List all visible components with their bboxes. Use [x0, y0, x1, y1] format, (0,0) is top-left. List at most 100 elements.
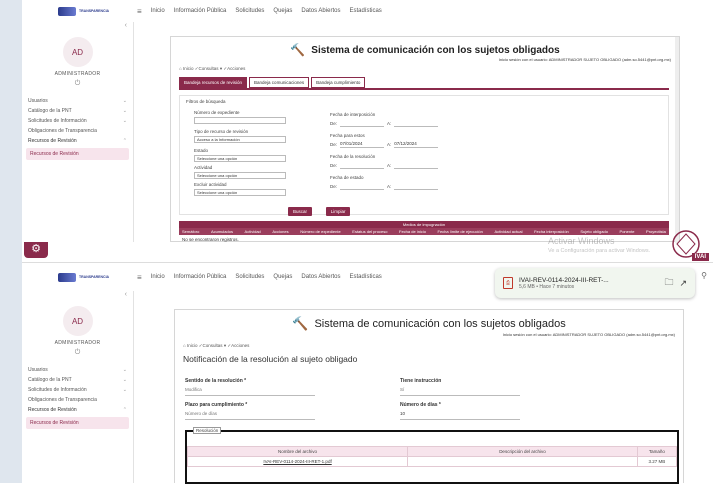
sentido-select[interactable]: Modifica [185, 387, 315, 396]
file-description [407, 456, 638, 467]
menu-inicio[interactable]: Inicio [151, 274, 165, 280]
col-acumulados[interactable]: Acumulados [211, 229, 233, 234]
col-semaforo[interactable]: Semáforo [182, 229, 199, 234]
gavel-icon: 🔨 [292, 316, 309, 331]
dias-field: Número de días * 10 [400, 402, 520, 420]
col-actividad-actual[interactable]: Actividad actual [494, 229, 522, 234]
folder-icon[interactable]: 🗀 [664, 275, 673, 291]
open-external-icon[interactable]: ↗ [679, 278, 687, 289]
menu-solicitudes[interactable]: Solicitudes [235, 8, 264, 14]
breadcrumb-consultas[interactable]: Consultas [203, 343, 223, 348]
sidebar-item-catalogo[interactable]: Catálogo de la PNT ⌄ [22, 375, 133, 385]
power-icon[interactable]: ⏻ [22, 349, 133, 357]
breadcrumb-acciones[interactable]: Acciones [231, 343, 249, 348]
col-sujeto[interactable]: Sujeto obligado [580, 229, 608, 234]
sidebar-item-solicitudes[interactable]: Solicitudes de Información ⌄ [22, 116, 133, 126]
file-link[interactable]: IVAI-REV-0114-2024-III-RET-1.pdf [186, 456, 409, 467]
gavel-icon: 🔨 [290, 43, 306, 57]
transparencia-logo[interactable]: TRANSPARENCIA [58, 6, 128, 16]
chevron-up-icon: ⌃ [122, 407, 127, 413]
pdf-file-icon: ⎙ [503, 277, 513, 289]
sidebar-item-label: Obligaciones de Transparencia [28, 128, 97, 134]
sidebar-item-recursos[interactable]: Recursos de Revisión ⌃ [22, 136, 133, 146]
menu-estadisticas[interactable]: Estadísticas [349, 8, 381, 14]
date-range-row: De: A: [330, 183, 460, 190]
tab-cumplimiento[interactable]: Bandeja cumplimiento [311, 77, 366, 88]
top-nav: TRANSPARENCIA ≡ Inicio Información Públi… [22, 0, 713, 22]
clear-button[interactable]: Limpiar [325, 207, 351, 216]
collapse-chevron-icon[interactable]: ‹ [22, 291, 133, 298]
chevron-down-icon: ⌄ [122, 108, 127, 114]
menu-datos-abiertos[interactable]: Datos Abiertos [301, 8, 340, 14]
search-button[interactable]: Buscar [288, 207, 313, 216]
col-expediente[interactable]: Número de expediente [300, 229, 340, 234]
menu-quejas[interactable]: Quejas [273, 8, 292, 14]
col-fecha-limite[interactable]: Fecha límite de ejecución [438, 229, 483, 234]
power-icon[interactable]: ⏻ [22, 80, 133, 88]
breadcrumb-inicio[interactable]: Inicio [183, 66, 194, 71]
download-filename[interactable]: IVAI-REV-0114-2024-III-RET-... [519, 277, 658, 284]
hamburger-menu-icon[interactable]: ≡ [137, 273, 142, 282]
avatar: AD [62, 306, 93, 336]
menu-solicitudes[interactable]: Solicitudes [235, 274, 264, 280]
date-to-input[interactable] [394, 120, 439, 127]
actividad-select[interactable]: Seleccione una opción [194, 172, 286, 179]
sidebar-item-recursos[interactable]: Recursos de Revisión ⌃ [22, 405, 133, 415]
instruccion-select[interactable]: Sí [400, 387, 520, 396]
col-ponente[interactable]: Ponente [620, 229, 635, 234]
estado-select[interactable]: Seleccione una opción [194, 155, 286, 162]
menu-inicio[interactable]: Inicio [151, 8, 165, 14]
de-label: De: [330, 184, 338, 189]
col-fecha-interposicion[interactable]: Fecha interposición [534, 229, 569, 234]
user-line: Inicio sesión con el usuario: ADMINISTRA… [502, 332, 675, 337]
date-to-input[interactable]: 07/12/2024 [394, 141, 439, 148]
tipo-recurso-select[interactable]: Acceso a la Información [194, 136, 286, 143]
date-from-input[interactable] [340, 120, 385, 127]
menu-quejas[interactable]: Quejas [273, 274, 292, 280]
breadcrumb-inicio[interactable]: Inicio [187, 343, 198, 348]
menu-informacion-publica[interactable]: Información Pública [174, 274, 227, 280]
breadcrumb-consultas[interactable]: Consultas [199, 66, 219, 71]
sidebar-subitem-active[interactable]: Recursos de Revisión [26, 417, 129, 429]
sidebar-item-usuarios[interactable]: Usuarios ⌄ [22, 365, 133, 375]
sidebar-item-catalogo[interactable]: Catálogo de la PNT ⌄ [22, 106, 133, 116]
date-from-input[interactable]: 07/01/2024 [340, 141, 385, 148]
upper-scrollbar[interactable] [675, 37, 679, 243]
menu-informacion-publica[interactable]: Información Pública [174, 8, 227, 14]
date-to-input[interactable] [394, 183, 439, 190]
date-to-input[interactable] [394, 162, 439, 169]
sidebar-item-usuarios[interactable]: Usuarios ⌄ [22, 96, 133, 106]
sidebar-item-solicitudes[interactable]: Solicitudes de Información ⌄ [22, 385, 133, 395]
expediente-input[interactable] [194, 117, 286, 124]
tab-recursos[interactable]: Bandeja recursos de revisión [179, 77, 248, 88]
table-header-row: Semáforo Acumulados Actividad Acciones N… [179, 228, 669, 235]
col-fecha-inicio[interactable]: Fecha de inicio [399, 229, 426, 234]
dias-input[interactable]: 10 [400, 411, 520, 420]
file-table: Nombre del archivo Descripción del archi… [186, 446, 678, 467]
chevron-down-icon: ⌄ [122, 98, 127, 104]
plazo-select[interactable]: Número de días [185, 411, 315, 420]
date-from-input[interactable] [340, 183, 385, 190]
sidebar-item-obligaciones[interactable]: Obligaciones de Transparencia [22, 395, 133, 405]
excluir-actividad-select[interactable]: Seleccione una opción [194, 189, 286, 196]
desktop-strip [0, 0, 22, 483]
date-from-input[interactable] [340, 162, 385, 169]
download-popup[interactable]: ⎙ IVAI-REV-0114-2024-III-RET-... 5,6 MB … [495, 268, 695, 298]
user-profile-icon[interactable]: ⚲ [701, 271, 707, 280]
chevron-down-icon: ⌄ [122, 387, 127, 393]
page-title: Sistema de comunicación con los sujetos … [314, 318, 566, 330]
transparencia-logo[interactable]: TRANSPARENCIA [58, 272, 128, 282]
sidebar-subitem-active[interactable]: Recursos de Revisión [26, 148, 129, 160]
tab-comunicaciones[interactable]: Bandeja comunicaciones [249, 77, 310, 88]
col-acciones[interactable]: Acciones [272, 229, 288, 234]
col-actividad[interactable]: Actividad [245, 229, 261, 234]
menu-estadisticas[interactable]: Estadísticas [349, 274, 381, 280]
sidebar-item-obligaciones[interactable]: Obligaciones de Transparencia [22, 126, 133, 136]
col-estatus[interactable]: Estatus del proceso [352, 229, 387, 234]
menu-datos-abiertos[interactable]: Datos Abiertos [301, 274, 340, 280]
hamburger-menu-icon[interactable]: ≡ [137, 7, 142, 16]
resolucion-fieldset: Resolución Nombre del archivo Descripció… [185, 427, 679, 484]
breadcrumb-acciones[interactable]: Acciones [227, 66, 245, 71]
sidebar-item-label: Solicitudes de Información [28, 118, 87, 124]
collapse-chevron-icon[interactable]: ‹ [22, 22, 133, 29]
